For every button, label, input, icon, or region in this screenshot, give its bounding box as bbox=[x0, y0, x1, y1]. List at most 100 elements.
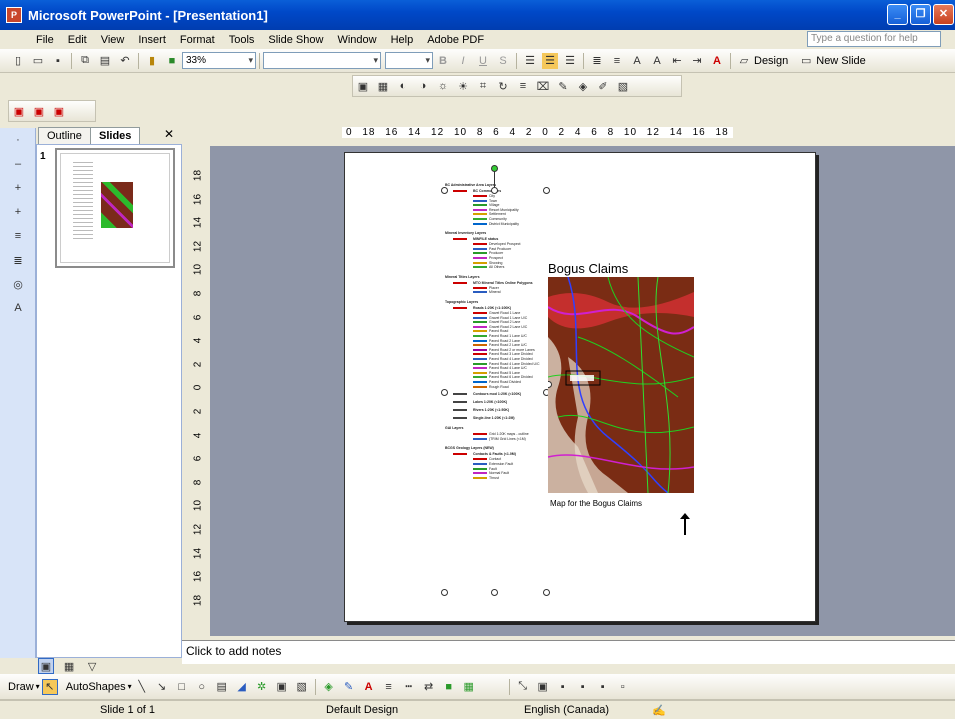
resize-handle[interactable] bbox=[543, 187, 550, 194]
close-panel-icon[interactable]: ✕ bbox=[164, 127, 174, 141]
dock-tool-icon[interactable]: ◎ bbox=[10, 276, 26, 292]
minimize-button[interactable]: _ bbox=[887, 4, 908, 25]
more-brightness-icon[interactable]: ☼ bbox=[435, 78, 451, 94]
menu-view[interactable]: View bbox=[101, 34, 125, 46]
line-color-icon[interactable]: ✎ bbox=[341, 679, 357, 695]
font-size-combo[interactable] bbox=[385, 52, 433, 69]
align-left-icon[interactable]: ☰ bbox=[522, 53, 538, 69]
italic-icon[interactable]: I bbox=[455, 53, 471, 69]
more-contrast-icon[interactable]: ◐ bbox=[395, 78, 411, 94]
north-arrow-stem[interactable] bbox=[684, 517, 686, 535]
menu-help[interactable]: Help bbox=[391, 34, 414, 46]
new-slide-button[interactable]: ▭ New Slide bbox=[796, 53, 866, 69]
powerpoint-app-icon[interactable]: P bbox=[6, 7, 22, 23]
design-button[interactable]: ▱ Design bbox=[734, 53, 788, 69]
resize-handle[interactable] bbox=[441, 389, 448, 396]
new-icon[interactable]: ▯ bbox=[10, 53, 26, 69]
color-grayscale-icon[interactable]: ■ bbox=[164, 53, 180, 69]
paste-icon[interactable]: ▤ bbox=[97, 53, 113, 69]
menu-adobe-pdf[interactable]: Adobe PDF bbox=[427, 34, 484, 46]
arrow-icon[interactable]: ↘ bbox=[154, 679, 170, 695]
zoom-combo[interactable]: 33% bbox=[182, 52, 256, 69]
dock-tool-icon[interactable]: · bbox=[10, 132, 26, 148]
help-search-input[interactable]: Type a question for help bbox=[807, 31, 941, 47]
pdf-review-icon[interactable]: ▣ bbox=[51, 103, 67, 119]
dock-tool-icon[interactable]: A bbox=[10, 300, 26, 316]
set-transparent-icon[interactable]: ✐ bbox=[595, 78, 611, 94]
insert-picture-icon[interactable]: ▣ bbox=[355, 78, 371, 94]
rotate-icon[interactable]: ↻ bbox=[495, 78, 511, 94]
align-center-icon[interactable]: ☰ bbox=[542, 52, 558, 69]
text-box-icon[interactable]: ▤ bbox=[214, 679, 230, 695]
slide-canvas[interactable]: BC Administrative Area Layers BC Communit… bbox=[344, 152, 816, 622]
convert-pdf-icon[interactable]: ▣ bbox=[11, 103, 27, 119]
open-icon[interactable]: ▭ bbox=[30, 53, 46, 69]
copy-icon[interactable]: ⧉ bbox=[77, 53, 93, 69]
underline-icon[interactable]: U bbox=[475, 53, 491, 69]
align-right-icon[interactable]: ☰ bbox=[562, 53, 578, 69]
draw-menu-button[interactable]: Draw ▾ bbox=[8, 681, 40, 693]
menu-edit[interactable]: Edit bbox=[68, 34, 87, 46]
insert-picture-icon[interactable]: ▧ bbox=[294, 679, 310, 695]
map-caption[interactable]: Map for the Bogus Claims bbox=[550, 499, 642, 508]
insert-chart-icon[interactable]: ▮ bbox=[144, 53, 160, 69]
shadow-style-icon[interactable]: ■ bbox=[441, 679, 457, 695]
oval-icon[interactable]: ○ bbox=[194, 679, 210, 695]
menu-insert[interactable]: Insert bbox=[138, 34, 166, 46]
increase-indent-icon[interactable]: ⇥ bbox=[689, 53, 705, 69]
rotate-handle[interactable] bbox=[491, 165, 498, 172]
decrease-font-icon[interactable]: A bbox=[649, 53, 665, 69]
autoshapes-button[interactable]: AutoShapes ▾ bbox=[66, 681, 132, 693]
bold-icon[interactable]: B bbox=[435, 53, 451, 69]
resize-handle[interactable] bbox=[491, 589, 498, 596]
north-arrow-icon[interactable] bbox=[680, 513, 690, 519]
fill-color-icon[interactable]: ◈ bbox=[321, 679, 337, 695]
recolor-icon[interactable]: ✎ bbox=[555, 78, 571, 94]
less-brightness-icon[interactable]: ☀ bbox=[455, 78, 471, 94]
line-style-icon[interactable]: ≡ bbox=[515, 78, 531, 94]
dock-tool-icon[interactable]: + bbox=[10, 204, 26, 220]
dock-tool-icon[interactable]: – bbox=[10, 156, 26, 172]
map-legend-picture[interactable]: BC Administrative Area Layers BC Communit… bbox=[445, 183, 549, 603]
font-color-icon[interactable]: A bbox=[361, 679, 377, 695]
increase-font-icon[interactable]: A bbox=[629, 53, 645, 69]
dock-tool-icon[interactable]: ≣ bbox=[10, 252, 26, 268]
bullets-icon[interactable]: ≡ bbox=[609, 53, 625, 69]
crop-tool-icon[interactable]: ⤡ bbox=[515, 679, 531, 695]
font-color-icon[interactable]: A bbox=[709, 53, 725, 69]
menu-window[interactable]: Window bbox=[337, 34, 376, 46]
slide-thumbnail[interactable] bbox=[55, 148, 175, 268]
spelling-status-icon[interactable]: ✍ bbox=[652, 704, 666, 717]
resize-handle[interactable] bbox=[441, 187, 448, 194]
menu-file[interactable]: File bbox=[36, 34, 54, 46]
resize-handle[interactable] bbox=[491, 187, 498, 194]
dock-tool-icon[interactable]: ≡ bbox=[10, 228, 26, 244]
menu-tools[interactable]: Tools bbox=[229, 34, 255, 46]
restore-button[interactable]: ❐ bbox=[910, 4, 931, 25]
clip-art-icon[interactable]: ▣ bbox=[274, 679, 290, 695]
notes-pane[interactable]: Click to add notes bbox=[182, 640, 955, 664]
dash-style-icon[interactable]: ┅ bbox=[401, 679, 417, 695]
layer-icon[interactable]: ▪ bbox=[575, 679, 591, 695]
format-picture-icon[interactable]: ◈ bbox=[575, 78, 591, 94]
font-name-combo[interactable] bbox=[263, 52, 381, 69]
dock-tool-icon[interactable]: + bbox=[10, 180, 26, 196]
line-icon[interactable]: ╲ bbox=[134, 679, 150, 695]
pdf-email-icon[interactable]: ▣ bbox=[31, 103, 47, 119]
close-button[interactable]: ✕ bbox=[933, 4, 954, 25]
undo-icon[interactable]: ↶ bbox=[117, 53, 133, 69]
line-style-icon[interactable]: ≡ bbox=[381, 679, 397, 695]
reset-picture-icon[interactable]: ▧ bbox=[615, 78, 631, 94]
resize-handle[interactable] bbox=[441, 589, 448, 596]
3d-style-icon[interactable]: ▦ bbox=[461, 679, 477, 695]
normal-view-icon[interactable]: ▣ bbox=[38, 658, 54, 674]
bogus-claims-map-image[interactable] bbox=[548, 277, 694, 493]
tab-slides[interactable]: Slides bbox=[90, 127, 141, 144]
group-icon[interactable]: ▪ bbox=[555, 679, 571, 695]
shadow-icon[interactable]: S bbox=[495, 53, 511, 69]
picture-tool-icon[interactable]: ▣ bbox=[535, 679, 551, 695]
align-icon[interactable]: ▫ bbox=[615, 679, 631, 695]
order-icon[interactable]: ▪ bbox=[595, 679, 611, 695]
rectangle-icon[interactable]: □ bbox=[174, 679, 190, 695]
select-objects-icon[interactable]: ↖ bbox=[41, 678, 58, 695]
